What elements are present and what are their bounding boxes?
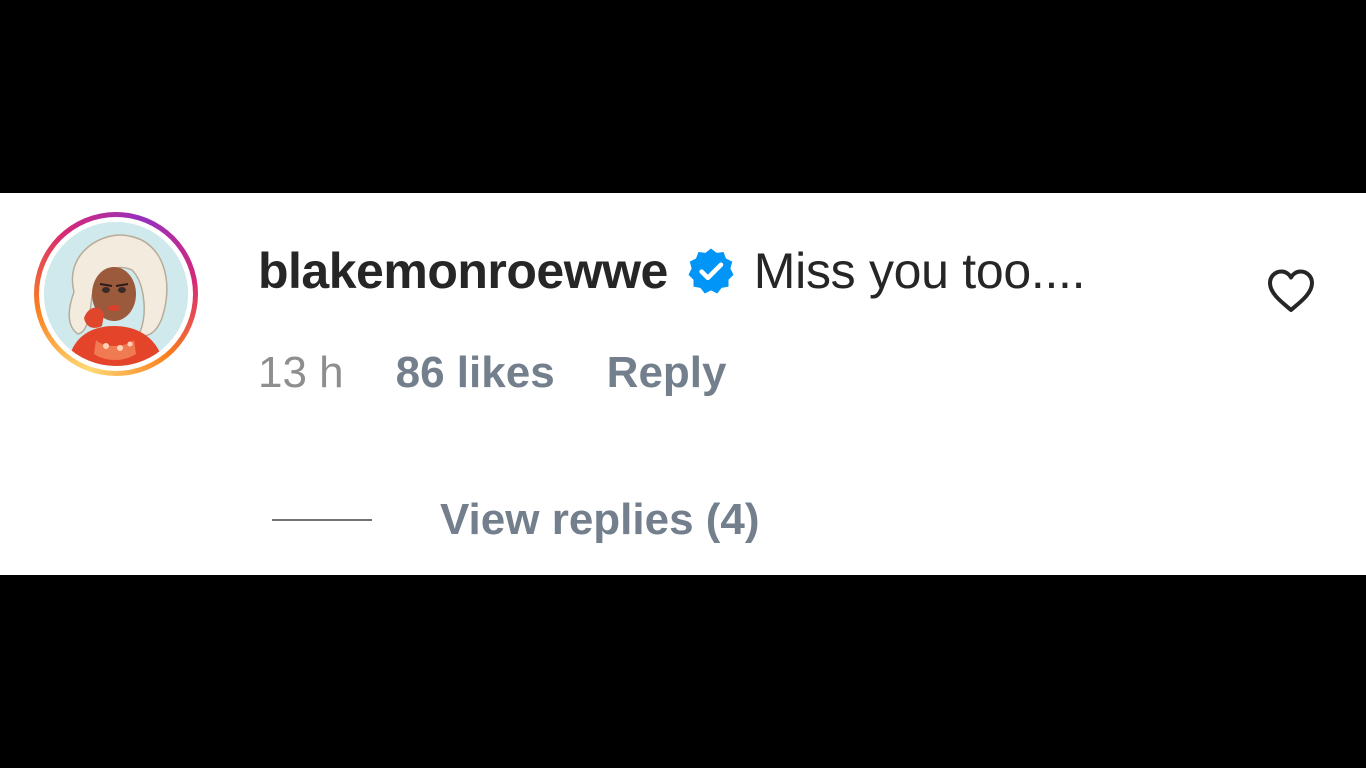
letterbox-bottom — [0, 575, 1366, 768]
comment-panel: blakemonroewwe Miss you too.... 13 h 86 … — [0, 193, 1366, 575]
likes-count-button[interactable]: 86 likes — [396, 348, 555, 398]
avatar-ring-gap — [39, 217, 193, 371]
reply-button[interactable]: Reply — [607, 348, 727, 398]
like-heart-icon[interactable] — [1265, 267, 1317, 315]
avatar[interactable] — [34, 212, 198, 376]
verified-badge-icon — [686, 246, 736, 296]
avatar-illustration — [44, 222, 188, 366]
replies-divider-line — [272, 519, 372, 521]
view-replies-label: View replies (4) — [440, 495, 760, 544]
view-replies-button[interactable]: View replies (4) — [272, 493, 760, 547]
comment-line: blakemonroewwe Miss you too.... — [258, 241, 1086, 301]
comment-timestamp[interactable]: 13 h — [258, 348, 344, 398]
letterbox-top — [0, 0, 1366, 193]
comment-meta: 13 h 86 likes Reply — [258, 347, 727, 399]
username-link[interactable]: blakemonroewwe — [258, 242, 668, 300]
comment-text: Miss you too.... — [753, 243, 1086, 299]
